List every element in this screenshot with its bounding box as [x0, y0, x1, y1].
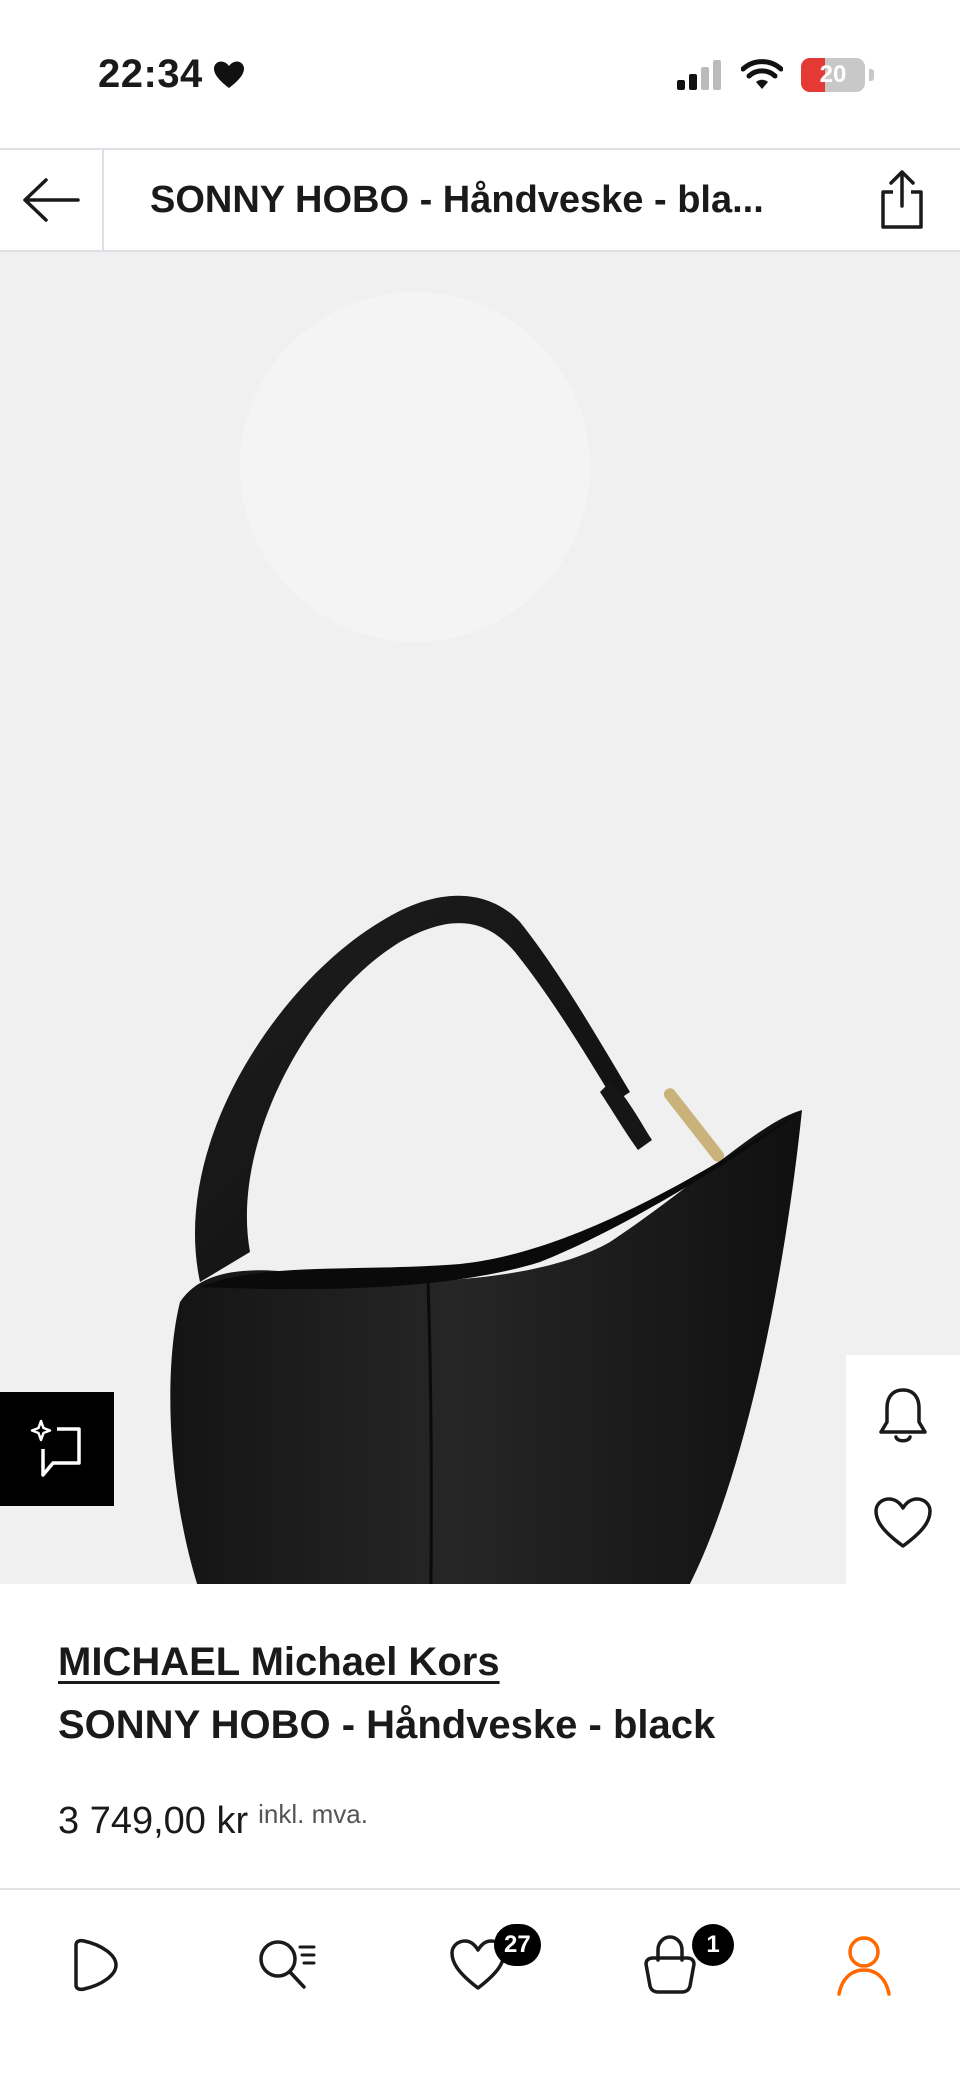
add-to-wishlist-button[interactable]: [873, 1496, 933, 1555]
nav-home[interactable]: [46, 1920, 142, 2010]
bottom-navigation: 27 1: [0, 1888, 960, 2087]
share-button[interactable]: [854, 150, 950, 250]
product-image: [170, 895, 802, 1584]
nav-profile[interactable]: [816, 1920, 912, 2010]
brand-link[interactable]: MICHAEL Michael Kors: [58, 1640, 500, 1685]
status-bar: 22:34 20: [0, 0, 960, 148]
share-icon: [881, 170, 923, 229]
battery-icon: 20: [801, 58, 865, 92]
profile-icon: [837, 1936, 891, 1996]
ai-sparkle-icon: [30, 1419, 81, 1477]
price-row: 3 749,00 kr inkl. mva.: [58, 1799, 368, 1843]
price-vat-note: inkl. mva.: [258, 1799, 368, 1829]
status-time: 22:34: [98, 52, 245, 97]
heart-icon: [874, 1496, 932, 1548]
product-image-gallery[interactable]: [0, 252, 960, 1584]
background-glow: [240, 292, 590, 642]
cellular-signal-icon: [677, 60, 721, 90]
back-button[interactable]: [0, 150, 104, 250]
product-name: SONNY HOBO - Håndveske - black: [58, 1703, 716, 1747]
status-indicators: 20: [677, 58, 874, 92]
nav-bag[interactable]: 1: [622, 1920, 734, 2010]
wifi-icon: [741, 59, 783, 89]
search-icon: [259, 1940, 316, 1989]
ai-assistant-button[interactable]: [0, 1392, 114, 1506]
bag-icon: [644, 1935, 696, 1994]
nav-search[interactable]: [238, 1920, 334, 2010]
clock-text: 22:34: [98, 52, 203, 96]
notify-button[interactable]: [878, 1386, 928, 1451]
header-title: SONNY HOBO - Håndveske - bla...: [150, 178, 764, 221]
play-icon: [74, 1938, 118, 1992]
nav-wishlist[interactable]: 27: [430, 1920, 541, 2010]
wishlist-count-badge: 27: [494, 1924, 541, 1966]
product-side-actions: [846, 1355, 960, 1585]
arrow-left-icon: [23, 178, 80, 222]
top-header: SONNY HOBO - Håndveske - bla...: [0, 148, 960, 252]
bell-icon: [879, 1387, 927, 1442]
product-price: 3 749,00 kr: [58, 1800, 249, 1842]
heart-filled-icon: [213, 61, 244, 88]
product-info: MICHAEL Michael Kors SONNY HOBO - Håndve…: [58, 1640, 918, 1748]
bag-count-badge: 1: [692, 1924, 734, 1966]
battery-level: 20: [819, 61, 847, 88]
